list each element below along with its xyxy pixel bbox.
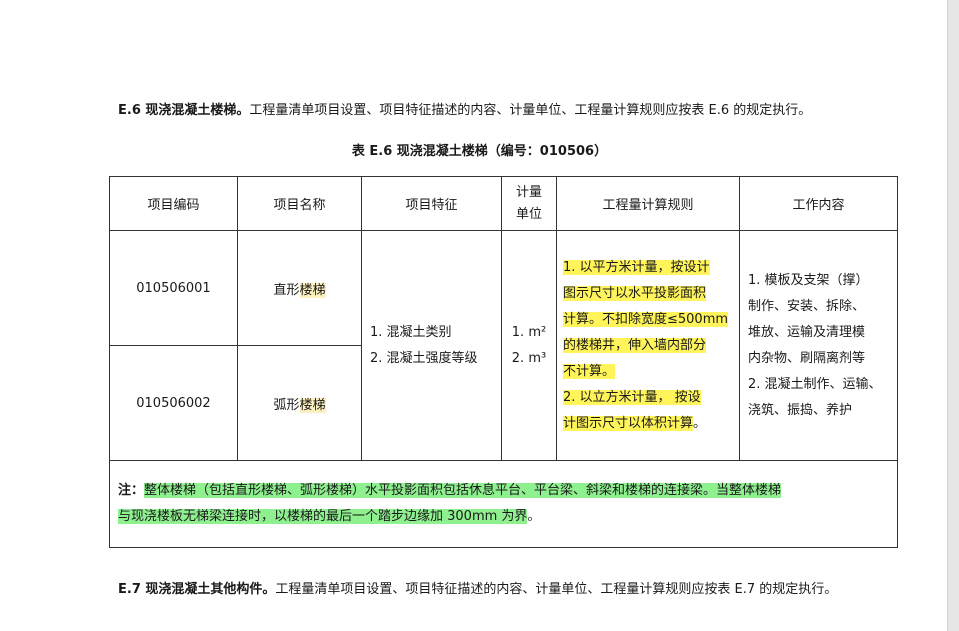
- feature-item: 2. 混凝土强度等级: [370, 350, 478, 366]
- right-scrollbar[interactable]: [947, 0, 959, 631]
- rule-line: 不计算。: [563, 363, 616, 379]
- work-line: 内杂物、刷隔离剂等: [748, 350, 866, 366]
- row2-name: 弧形楼梯: [237, 345, 362, 461]
- table-header-row: 项目编码 项目名称 项目特征 计量 单位 工程量计算规则 工作内容: [109, 176, 898, 231]
- work-cell: 1. 模板及支架（撑） 制作、安装、拆除、 堆放、运输及清理模 内杂物、刷隔离剂…: [739, 230, 898, 461]
- note-cell: 注：整体楼梯（包括直形楼梯、弧形楼梯）水平投影面积包括休息平台、平台梁、斜梁和楼…: [109, 460, 898, 548]
- row1-name: 直形楼梯: [237, 230, 362, 346]
- rule-line: 计图示尺寸以体积计算: [563, 415, 694, 431]
- row1-name-prefix: 直形: [273, 282, 300, 298]
- section-e6-paragraph: E.6 现浇混凝土楼梯。工程量清单项目设置、项目特征描述的内容、计量单位、工程量…: [118, 99, 918, 123]
- note-line1: 整体楼梯（包括直形楼梯、弧形楼梯）水平投影面积包括休息平台、平台梁、斜梁和楼梯的…: [144, 483, 782, 498]
- row2-name-prefix: 弧形: [273, 397, 300, 413]
- header-work: 工作内容: [739, 176, 898, 231]
- section-e6-heading: E.6 现浇混凝土楼梯: [118, 103, 237, 118]
- rules-cell: 1. 以平方米计量，按设计 图示尺寸以水平投影面积 计算。不扣除宽度≤500mm…: [556, 230, 740, 461]
- section-e7-heading-tail: 。: [262, 582, 276, 597]
- table-note-row: 注：整体楼梯（包括直形楼梯、弧形楼梯）水平投影面积包括休息平台、平台梁、斜梁和楼…: [109, 460, 898, 548]
- header-unit: 计量 单位: [501, 176, 557, 231]
- header-rules: 工程量计算规则: [556, 176, 740, 231]
- header-code: 项目编码: [109, 176, 238, 231]
- work-line: 堆放、运输及清理模: [748, 324, 866, 340]
- work-line: 制作、安装、拆除、: [748, 298, 866, 314]
- note-line2: 与现浇楼板无梯梁连接时，以楼梯的最后一个踏步边缘加 300mm 为界: [118, 509, 528, 524]
- note-label: 注：: [118, 483, 145, 498]
- row1-name-highlight: 楼梯: [299, 282, 326, 298]
- section-e7-heading: E.7 现浇混凝土其他构件: [118, 582, 263, 597]
- rule-line: 2. 以立方米计量， 按设: [563, 389, 701, 405]
- table-row: 010506001 直形楼梯 1. 混凝土类别 2. 混凝土强度等级 1. m²…: [109, 230, 898, 461]
- units-cell: 1. m² 2. m³: [501, 230, 557, 461]
- rule-line: 计算。不扣除宽度≤500mm: [563, 311, 729, 327]
- unit-item: 2. m³: [511, 350, 547, 366]
- row1-code: 010506001: [109, 230, 238, 346]
- rule-line: 的楼梯井，伸入墙内部分: [563, 337, 707, 353]
- header-unit-line2: 单位: [515, 206, 542, 222]
- header-features: 项目特征: [361, 176, 502, 231]
- section-e7-paragraph: E.7 现浇混凝土其他构件。工程量清单项目设置、项目特征描述的内容、计量单位、工…: [118, 578, 908, 602]
- feature-item: 1. 混凝土类别: [370, 324, 452, 340]
- header-name: 项目名称: [237, 176, 362, 231]
- table-caption: 表 E.6 现浇混凝土楼梯（编号：010506）: [351, 144, 608, 159]
- note-end: 。: [527, 509, 541, 524]
- section-e7-body: 工程量清单项目设置、项目特征描述的内容、计量单位、工程量计算规则应按表 E.7 …: [275, 582, 838, 597]
- rule-end: 。: [693, 415, 707, 431]
- rule-line: 1. 以平方米计量，按设计: [563, 259, 710, 275]
- work-line: 1. 模板及支架（撑）: [748, 272, 869, 288]
- specification-table: 项目编码 项目名称 项目特征 计量 单位 工程量计算规则 工作内容 010506…: [109, 176, 898, 548]
- section-e6-heading-tail: 。: [236, 103, 250, 118]
- work-line: 2. 混凝土制作、运输、: [748, 376, 882, 392]
- header-unit-line1: 计量: [515, 184, 542, 200]
- row2-name-highlight: 楼梯: [299, 397, 326, 413]
- row2-code: 010506002: [109, 345, 238, 461]
- unit-item: 1. m²: [511, 324, 547, 340]
- work-line: 浇筑、振捣、养护: [748, 402, 853, 418]
- rules-text: 1. 以平方米计量，按设计 图示尺寸以水平投影面积 计算。不扣除宽度≤500mm…: [557, 255, 739, 437]
- rule-line: 图示尺寸以水平投影面积: [563, 285, 707, 301]
- features-cell: 1. 混凝土类别 2. 混凝土强度等级: [361, 230, 502, 461]
- section-e6-body: 工程量清单项目设置、项目特征描述的内容、计量单位、工程量计算规则应按表 E.6 …: [249, 103, 812, 118]
